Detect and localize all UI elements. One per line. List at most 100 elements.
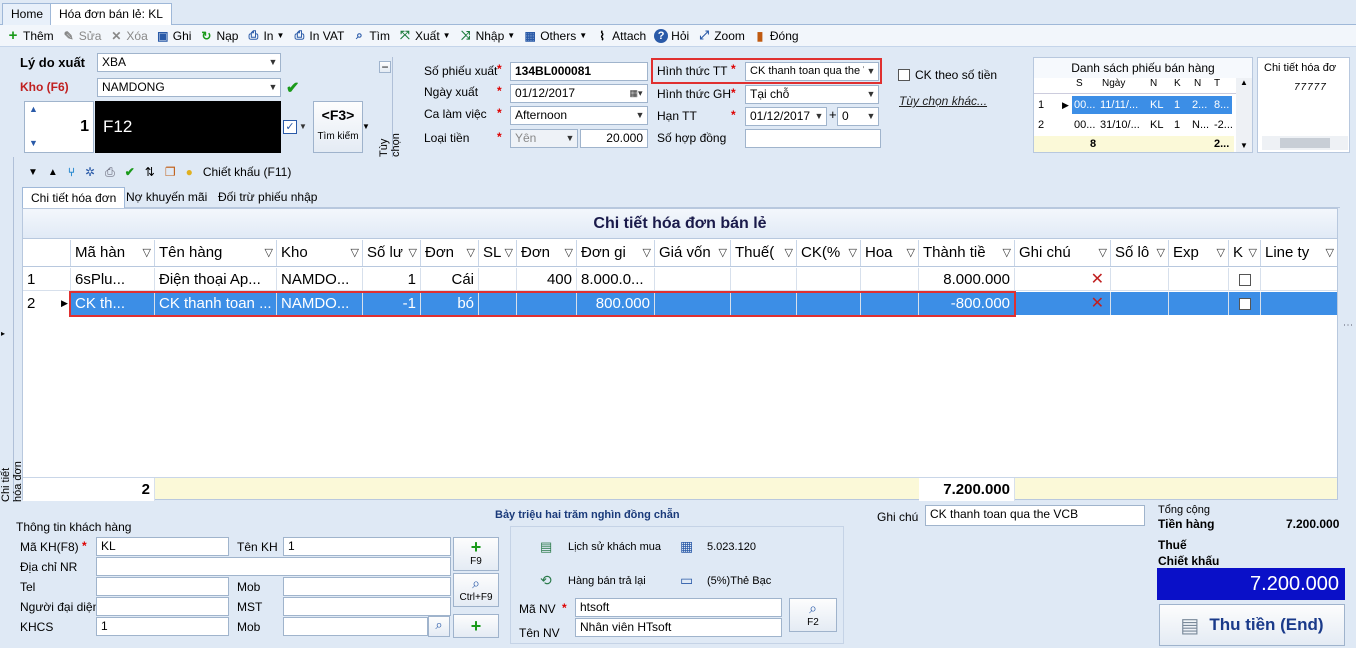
ma-nv-input[interactable]: htsoft [575,598,782,617]
filter-icon[interactable]: ▽ [265,240,273,266]
nhap-button[interactable]: ⤨ Nhập ▼ [459,28,515,43]
filter-icon[interactable]: ▽ [643,240,651,266]
ghi-chu-input[interactable]: CK thanh toan qua the VCB [925,505,1145,526]
mob2-input[interactable] [283,617,428,636]
cell-k[interactable] [1229,292,1261,315]
tab-hoa-don[interactable]: Hóa đơn bán lẻ: KL [50,3,172,25]
calendar-icon[interactable]: ▦▾ [625,85,647,102]
ngay-xuat-input[interactable]: 01/12/2017 ▦▾ [510,84,648,103]
filter-icon[interactable]: ▽ [907,240,915,266]
cell-sl[interactable] [479,268,517,291]
filter-icon[interactable]: ▽ [505,240,513,266]
tim-kiem-button[interactable]: <F3> Tìm kiếm [313,101,363,153]
filter-icon[interactable]: ▽ [1217,240,1225,266]
sort-icon[interactable]: ⇅ [145,165,155,179]
filter-icon[interactable]: ▽ [849,240,857,266]
col-header[interactable]: Tên hàng ▽ [155,240,277,266]
chevron-right-icon[interactable]: ▸ [1,329,5,338]
ly-do-select[interactable]: XBA ▼ [97,53,281,72]
nap-button[interactable]: ↻ Nạp [199,29,238,43]
xoa-button[interactable]: ✕ Xóa [109,29,147,43]
filter-icon[interactable]: ▽ [785,240,793,266]
add-button[interactable]: + [453,614,499,638]
col-header[interactable]: Số lô ▽ [1111,240,1169,266]
kho-select[interactable]: NAMDONG ▼ [97,78,281,97]
col-header[interactable]: Line ty ▽ [1261,240,1337,266]
khcs-input[interactable]: 1 [96,617,229,636]
thu-tien-button[interactable]: ▤ Thu tiền (End) [1159,604,1345,646]
ghi-button[interactable]: ▣ Ghi [156,29,191,43]
side-right-label[interactable]: ⋮ [1342,320,1353,330]
chevron-down-icon[interactable]: ▼ [28,167,38,178]
mst-input[interactable] [283,597,451,616]
cell-don-gia[interactable]: 8.000.0... [577,268,655,291]
scroll-up-icon[interactable]: ▲ [1236,78,1252,87]
tree-icon[interactable]: ⑂ [68,165,75,179]
nguoi-dd-input[interactable] [96,597,229,616]
spin-down-icon[interactable]: ▼ [29,138,38,148]
cell-don[interactable]: 400 [517,268,577,291]
scrollbar[interactable]: ▲ ▼ [1236,78,1252,152]
check-icon[interactable]: ✔ [286,78,299,98]
cell-line-type[interactable] [1261,292,1337,315]
check-icon[interactable]: ✔ [125,165,135,179]
hoi-button[interactable]: ? Hỏi [654,28,689,43]
xuat-button[interactable]: ⤧ Xuất ▼ [398,28,450,43]
cell-so-luong[interactable]: 1 [363,268,421,291]
delete-icon[interactable]: ✕ [1091,292,1104,315]
tab-chi-tiet[interactable]: Chi tiết hóa đơn [22,187,126,208]
col-header[interactable]: Thành tiề ▽ [919,240,1015,266]
so-phieu-input[interactable]: 134BL000081 [510,62,648,81]
so-hop-dong-input[interactable] [745,129,881,148]
spin-up-icon[interactable]: ▲ [29,104,38,114]
filter-icon[interactable]: ▽ [1326,240,1334,266]
ten-nv-input[interactable]: Nhân viên HTsoft [575,618,782,637]
col-header[interactable]: Thuế(▽ [731,240,797,266]
cell-ghi-chu[interactable]: ✕ [1015,292,1111,315]
col-header[interactable]: Đơn ▽ [421,240,479,266]
row-checkbox[interactable] [1238,274,1251,287]
filter-icon[interactable]: ▽ [1157,240,1165,266]
barcode-input[interactable]: F12 [95,101,281,153]
cell-k[interactable] [1229,268,1261,291]
settings-icon[interactable]: ✲ [85,165,95,179]
in-vat-button[interactable]: ⎙ In VAT [292,28,345,43]
tab-doi-tru[interactable]: Đối trừ phiếu nhập [218,190,317,204]
cell-so-lo[interactable] [1111,292,1169,315]
cell-thue[interactable] [731,268,797,291]
coin-icon[interactable]: ● [186,165,193,179]
cell-gia-von[interactable] [655,268,731,291]
tuy-chon-khac-link[interactable]: Tùy chọn khác... [899,94,987,108]
col-header[interactable]: N [1194,78,1201,89]
others-button[interactable]: ▦ Others ▼ [523,29,588,43]
col-header[interactable]: Mã hàn ▽ [71,240,155,266]
scroll-down-icon[interactable]: ▼ [1236,141,1252,150]
col-header[interactable]: K ▽ [1229,240,1261,266]
print-icon[interactable]: ⎙ [105,165,115,180]
search-kh-button[interactable]: ⌕ Ctrl+F9 [453,573,499,607]
cell-line-type[interactable] [1261,268,1337,291]
filter-icon[interactable]: ▽ [1099,240,1107,266]
cell-ghi-chu[interactable]: ✕ [1015,268,1111,291]
ca-lam-select[interactable]: Afternoon ▼ [510,106,648,125]
sua-button[interactable]: ✎ Sửa [62,29,102,43]
attach-button[interactable]: ⌇ Attach [595,29,646,43]
col-header[interactable]: Hoa ▽ [861,240,919,266]
cell-so-lo[interactable] [1111,268,1169,291]
ck-so-tien-checkbox[interactable] [898,69,910,81]
loai-tien-select[interactable]: Yên ▼ [510,129,578,148]
han-tt-days[interactable]: 0 ▼ [837,107,879,126]
delete-icon[interactable]: ✕ [1091,268,1104,291]
col-header[interactable]: N [1150,78,1157,89]
lich-su-label[interactable]: Lịch sử khách mua [568,541,661,553]
tim-button[interactable]: ⌕ Tìm [352,28,390,43]
hang-ban-tra-label[interactable]: Hàng bán trả lại [568,575,646,587]
tab-home[interactable]: Home [2,3,53,25]
table-row[interactable]: 1 6sPlu... Điện thoại Ap... NAMDO... 1 C… [23,268,1337,291]
zoom-button[interactable]: ⤢ Zoom [697,28,745,43]
table-row[interactable]: 2 00... 31/10/... KL 1 N... -2... [1034,116,1234,134]
chiet-khau-label[interactable]: Chiết khấu (F11) [203,165,291,179]
filter-icon[interactable]: ▽ [143,240,151,266]
col-header[interactable]: Số lư ▽ [363,240,421,266]
filter-icon[interactable]: ▽ [467,240,475,266]
